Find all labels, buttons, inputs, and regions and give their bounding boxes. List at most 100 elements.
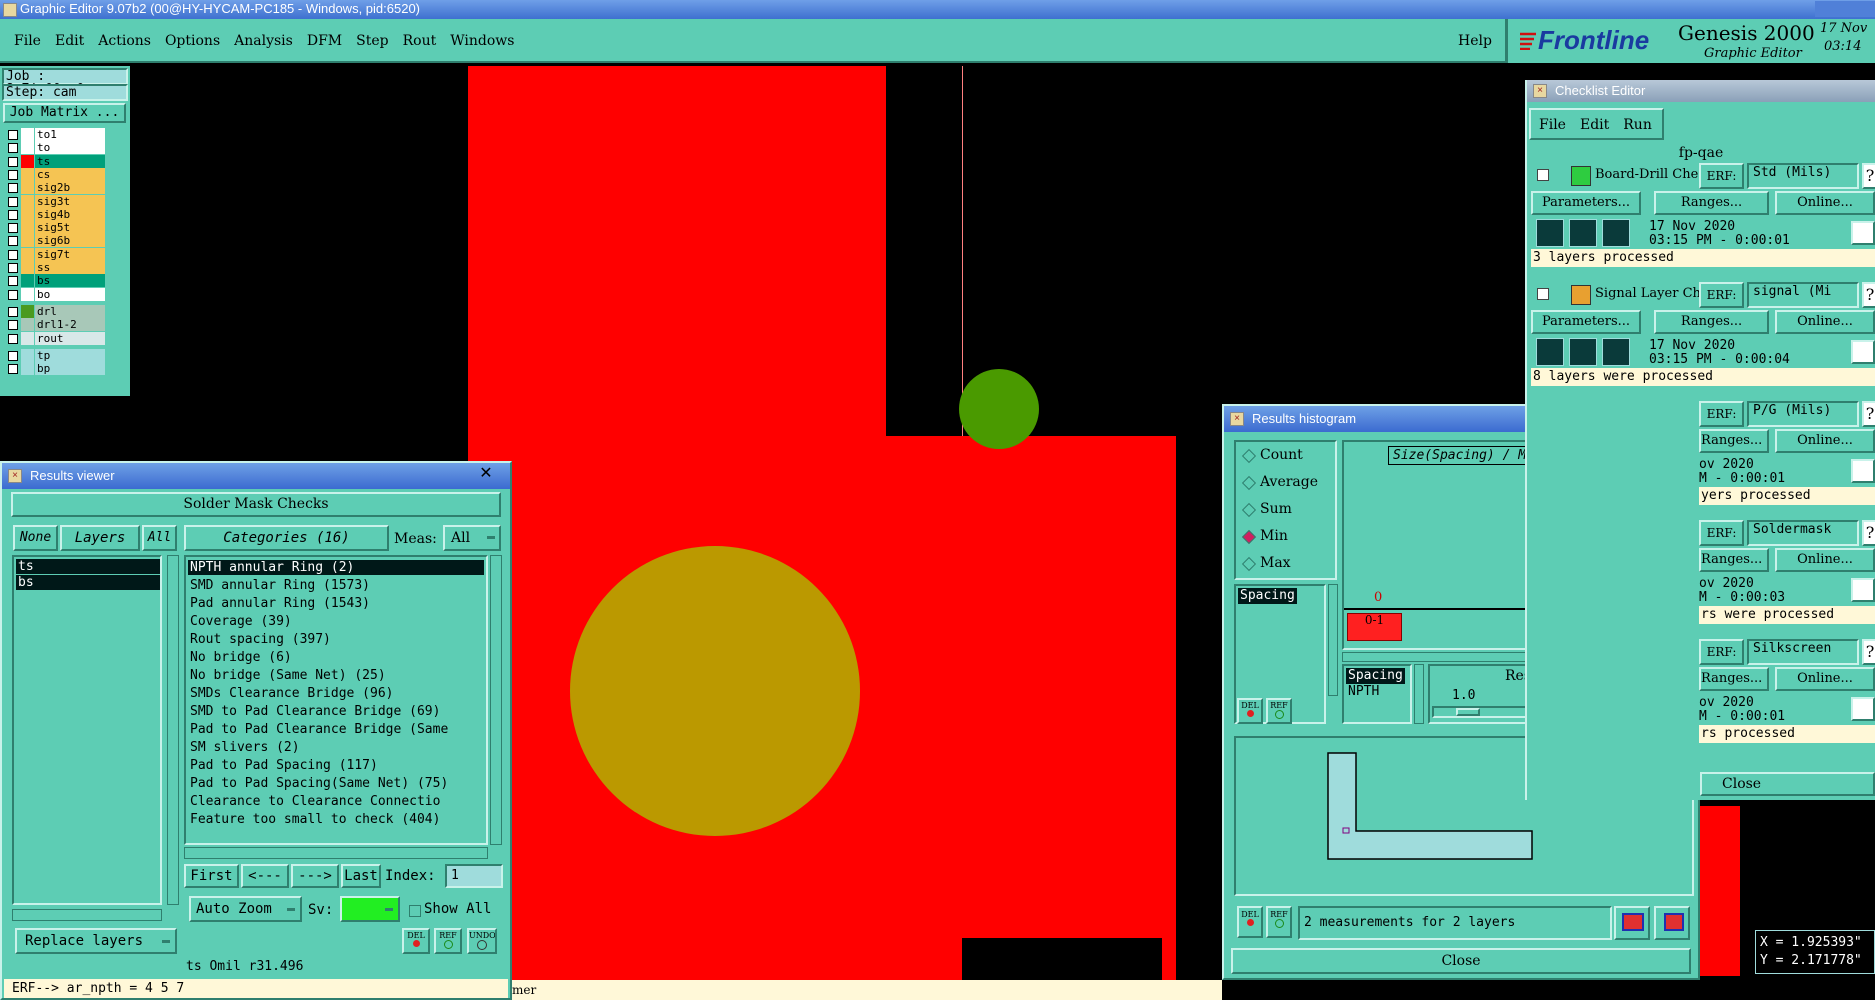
category-item[interactable]: SM slivers (2): [188, 740, 484, 755]
histogram-list-item[interactable]: Spacing: [1238, 588, 1297, 604]
layer-row[interactable]: sig7t: [2, 247, 128, 261]
undo-result-button[interactable]: UNDO: [467, 928, 497, 954]
help-icon[interactable]: ?: [1862, 639, 1875, 665]
online-button[interactable]: Online...: [1775, 548, 1875, 572]
category-item[interactable]: Rout spacing (397): [188, 632, 484, 647]
layer-name[interactable]: ts: [35, 154, 105, 168]
run-all-icon[interactable]: [1602, 338, 1630, 366]
checklist-item-name[interactable]: Board-Drill Che: [1595, 167, 1700, 182]
menu-windows[interactable]: Windows: [450, 33, 514, 49]
layer-row[interactable]: tp: [2, 348, 128, 362]
layer-row[interactable]: to1: [2, 128, 128, 141]
erf-value[interactable]: Soldermask: [1747, 520, 1859, 546]
erf-button[interactable]: ERF:: [1699, 639, 1744, 665]
layer-row[interactable]: ts: [2, 154, 128, 168]
category-item[interactable]: Pad to Pad Spacing(Same Net) (75): [188, 776, 484, 791]
menu-edit[interactable]: Edit: [55, 33, 84, 49]
job-matrix-button[interactable]: Job Matrix ...: [3, 103, 126, 123]
layer-checkbox[interactable]: [8, 156, 18, 167]
category-item[interactable]: Pad to Pad Spacing (117): [188, 758, 484, 773]
layer-checkbox[interactable]: [8, 183, 18, 194]
option-min[interactable]: Min: [1240, 527, 1334, 547]
category-item[interactable]: NPTH annular Ring (2): [188, 560, 484, 575]
layer-checkbox[interactable]: [8, 196, 18, 207]
first-button[interactable]: First: [184, 864, 239, 888]
layer-checkbox[interactable]: [8, 263, 18, 273]
checklist-menu-file[interactable]: File: [1539, 117, 1566, 133]
viewer-layer-item[interactable]: ts: [16, 559, 160, 574]
ranges-button[interactable]: Ranges...: [1654, 191, 1769, 215]
help-icon[interactable]: ?: [1862, 163, 1875, 189]
layer-checkbox[interactable]: [8, 169, 18, 180]
layer-checkbox[interactable]: [8, 306, 18, 317]
option-average[interactable]: Average: [1240, 473, 1334, 493]
layer-name[interactable]: bp: [35, 362, 105, 376]
help-menu[interactable]: Help: [1458, 33, 1492, 49]
layers-none-button[interactable]: None: [13, 525, 58, 551]
parameters-button[interactable]: Parameters...: [1531, 310, 1641, 334]
run-all-icon[interactable]: [1602, 219, 1630, 247]
layer-color-swatch[interactable]: [21, 194, 34, 208]
spacing-scrollbar[interactable]: [1414, 664, 1424, 724]
histogram-refresh-button[interactable]: REF: [1266, 698, 1292, 724]
pad-circle[interactable]: [570, 546, 860, 836]
layer-row[interactable]: drl1-2: [2, 318, 128, 332]
category-item[interactable]: Clearance to Clearance Connectio: [188, 794, 484, 809]
categories-hscrollbar[interactable]: [184, 847, 488, 859]
zoom-icon[interactable]: [1851, 221, 1875, 245]
help-icon[interactable]: ?: [1862, 282, 1875, 308]
layer-row[interactable]: sig3t: [2, 194, 128, 208]
erf-button[interactable]: ERF:: [1699, 520, 1744, 546]
checklist-menu-run[interactable]: Run: [1623, 117, 1652, 133]
layer-checkbox[interactable]: [8, 223, 18, 234]
layer-name[interactable]: to: [35, 141, 105, 155]
erf-button[interactable]: ERF:: [1699, 401, 1744, 427]
erf-value[interactable]: P/G (Mils): [1747, 401, 1859, 427]
sv-color-dropdown[interactable]: [340, 896, 400, 922]
next-button[interactable]: --->: [291, 864, 339, 888]
layer-row[interactable]: ss: [2, 261, 128, 274]
zoom-icon[interactable]: [1851, 459, 1875, 483]
run-icon[interactable]: [1536, 338, 1564, 366]
histogram-list-scrollbar[interactable]: [1328, 584, 1338, 696]
spacing-list[interactable]: Spacing NPTH: [1342, 664, 1412, 724]
viewer-layer-hscrollbar[interactable]: [12, 909, 162, 921]
refresh-result-button[interactable]: REF: [434, 928, 462, 954]
categories-scrollbar[interactable]: [490, 555, 502, 845]
layer-name[interactable]: drl: [35, 304, 105, 318]
layer-checkbox[interactable]: [8, 276, 18, 287]
menu-dfm[interactable]: DFM: [307, 33, 342, 49]
layer-row[interactable]: bo: [2, 287, 128, 301]
histogram-close-button[interactable]: Close: [1231, 948, 1691, 974]
prev-button[interactable]: <---: [241, 864, 289, 888]
category-item[interactable]: No bridge (6): [188, 650, 484, 665]
window-controls[interactable]: [1815, 1, 1875, 17]
parameters-button[interactable]: Parameters...: [1531, 191, 1641, 215]
menu-options[interactable]: Options: [165, 33, 220, 49]
spacing-item[interactable]: NPTH: [1346, 684, 1381, 700]
layer-name[interactable]: sig5t: [35, 221, 105, 235]
layer-color-swatch[interactable]: [21, 348, 34, 362]
layer-color-swatch[interactable]: [21, 181, 34, 195]
help-icon[interactable]: ?: [1862, 520, 1875, 546]
layer-row[interactable]: sig5t: [2, 221, 128, 235]
erf-value[interactable]: Std (Mils): [1747, 163, 1859, 189]
layer-name[interactable]: sig7t: [35, 247, 105, 261]
layer-row[interactable]: sig2b: [2, 181, 128, 195]
option-max[interactable]: Max: [1240, 554, 1334, 574]
layer-row[interactable]: rout: [2, 331, 128, 345]
viewer-layer-scrollbar[interactable]: [167, 555, 179, 905]
layer-checkbox[interactable]: [8, 364, 18, 375]
layer-row[interactable]: sig6b: [2, 234, 128, 248]
resolution-slider-thumb[interactable]: [1456, 708, 1480, 716]
radio-diamond-icon[interactable]: [1241, 529, 1257, 545]
layer-checkbox[interactable]: [8, 320, 18, 331]
menu-analysis[interactable]: Analysis: [234, 33, 293, 49]
layer-name[interactable]: bs: [35, 274, 105, 288]
category-item[interactable]: SMD annular Ring (1573): [188, 578, 484, 593]
checklist-item-checkbox[interactable]: [1537, 288, 1549, 300]
layer-color-swatch[interactable]: [21, 154, 34, 168]
layer-name[interactable]: sig6b: [35, 234, 105, 248]
radio-diamond-icon[interactable]: [1241, 502, 1257, 518]
histogram-delete-button[interactable]: DEL: [1237, 698, 1263, 724]
